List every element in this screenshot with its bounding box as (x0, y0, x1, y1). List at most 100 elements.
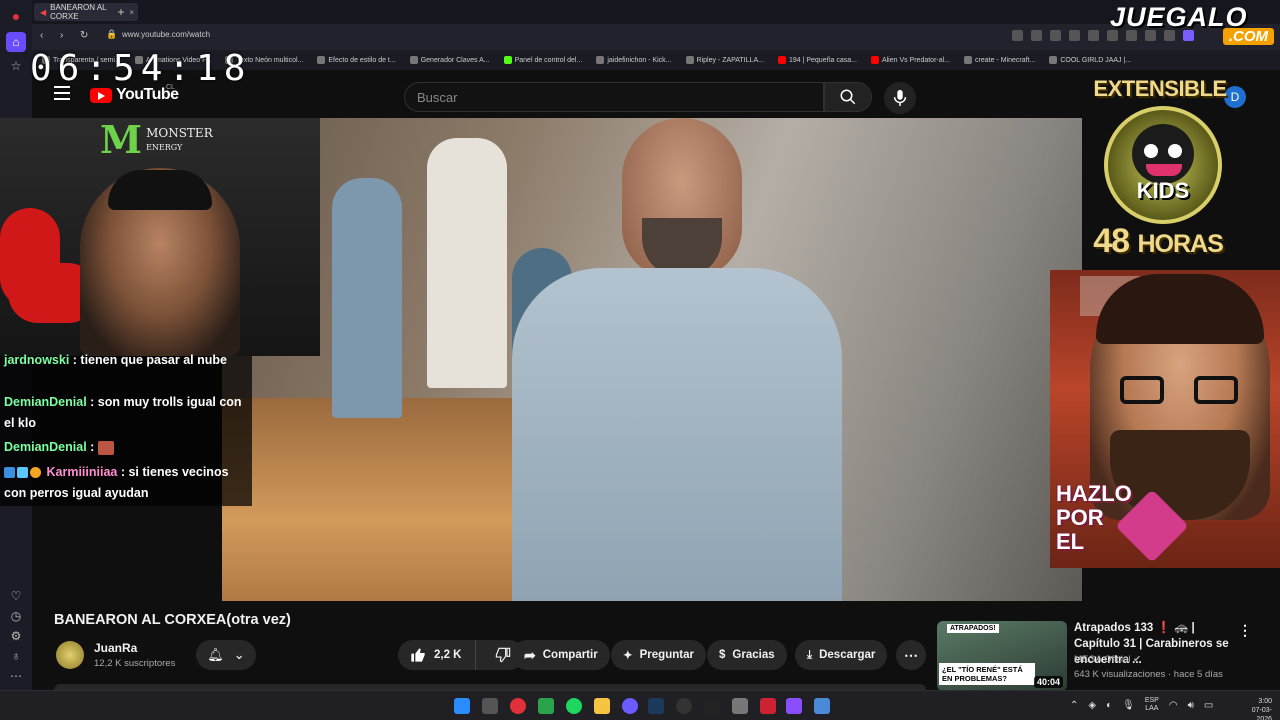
extensible-overlay: EXTENSIBLE KIDS 48 HORAS (1093, 76, 1227, 260)
close-tab-icon[interactable]: × (129, 8, 134, 17)
thanks-icon: $ (719, 649, 726, 661)
bookmark-item[interactable]: Efecto de estilo de t... (317, 56, 396, 64)
task-view-icon[interactable] (482, 698, 498, 714)
play-ext-icon[interactable] (1088, 30, 1099, 41)
youtube-play-icon (90, 87, 112, 103)
opera-taskbar-icon[interactable] (510, 698, 526, 714)
more-icon[interactable]: ⋯ (6, 666, 26, 686)
chat-message: Karmiiiniiaa : si tienes vecinos con per… (4, 465, 229, 500)
stream-clock: 06:54:18 (30, 48, 252, 89)
thumbs-up-icon (411, 648, 425, 662)
edit-ext-icon[interactable] (1031, 30, 1042, 41)
download-icon: ⤓ (807, 648, 813, 661)
language-indicator[interactable]: ESP LAA (1145, 697, 1159, 713)
monster-m-icon: M (100, 117, 143, 162)
more-actions-button[interactable]: ⋯ (896, 640, 926, 670)
search-icon (840, 89, 856, 105)
wifi-icon[interactable]: ◠ (1169, 700, 1178, 711)
forward-icon[interactable]: › (60, 30, 63, 41)
sparkle-icon: ✦ (623, 650, 633, 662)
url-field[interactable]: www.youtube.com/watch (122, 30, 210, 39)
system-tray: ⌃ ◈ ◐ 🎙︎ ESP LAA ◠ 🔊︎ ▭ (1070, 697, 1213, 713)
bookmark-item[interactable]: 194 | Pequeña casa... (777, 56, 857, 64)
ask-button[interactable]: ✦ Preguntar (611, 640, 706, 670)
lightbulb-icon[interactable]: ♁ (6, 646, 26, 666)
download-button[interactable]: ⤓ Descargar (795, 640, 888, 670)
bookmark-item[interactable]: Ripley - ZAPATILLA... (685, 56, 764, 64)
camera-ext-icon[interactable] (1050, 30, 1061, 41)
donation-text-3: EL (1056, 529, 1085, 554)
app-icon[interactable] (786, 698, 802, 714)
minecraft-icon[interactable] (732, 698, 748, 714)
thanks-button[interactable]: $ Gracias (707, 640, 787, 670)
streamer-cap (108, 170, 212, 210)
obs-icon[interactable] (676, 698, 692, 714)
network-app-icon[interactable]: ◈ (1088, 700, 1096, 711)
app-icon[interactable] (760, 698, 776, 714)
reload-icon[interactable]: ↻ (80, 30, 88, 41)
bookmark-item[interactable]: Panel de control del... (503, 56, 582, 64)
video-bg-person (427, 138, 507, 388)
tab-bar: ◀ BANEARON AL CORXE × (32, 0, 1280, 24)
heart-icon[interactable]: ♡ (6, 586, 26, 606)
recommended-channel[interactable]: MEGA Oficial ✔ (1074, 654, 1141, 665)
bookmark-item[interactable]: Alien Vs Predator-al... (870, 56, 950, 64)
audio-icon: ◀ (40, 7, 47, 17)
chat-message: jardnowski : tienen que pasar al nube (4, 353, 227, 367)
voice-search-button[interactable] (884, 82, 916, 114)
channel-avatar[interactable] (56, 641, 84, 669)
bookmark-item[interactable]: jaidefinichon - Kick... (596, 56, 672, 64)
share-button[interactable]: ➦ Compartir (512, 640, 610, 670)
lock-icon[interactable]: 🔒 (106, 29, 117, 40)
kids-badge-icon (1104, 106, 1222, 224)
new-tab-button[interactable]: + (113, 4, 129, 20)
history-icon[interactable]: ◷ (6, 606, 26, 626)
battery-icon[interactable]: ▭ (1204, 700, 1213, 711)
taskbar-clock[interactable]: 3:00 07-03-2026 (1238, 697, 1272, 720)
volume-icon[interactable]: 🔊︎ (1188, 700, 1194, 711)
donation-text-1: HAZLO (1056, 481, 1132, 506)
discord-icon[interactable] (622, 698, 638, 714)
channel-name[interactable]: JuanRa (94, 641, 137, 655)
recommended-thumbnail[interactable]: ATRAPADOS! ¿EL "TÍO RENÉ" ESTÁ EN PROBLE… (937, 621, 1067, 691)
home-icon[interactable]: ⌂ (6, 32, 26, 52)
steam-icon[interactable] (648, 698, 664, 714)
cartoon-hair (1096, 274, 1264, 344)
spotify-icon[interactable] (566, 698, 582, 714)
juegalo-logo: JUEGALO .COM (1110, 2, 1278, 48)
bookmark-item[interactable]: create - Minecraft... (964, 56, 1035, 64)
verified-icon: ✔ (1133, 654, 1142, 665)
hours-number: 48 (1093, 222, 1130, 260)
video-bg-person (332, 178, 402, 418)
search-ext-icon[interactable] (1012, 30, 1023, 41)
recommended-more-icon[interactable]: ⋮ (1238, 622, 1252, 639)
bookmark-item[interactable]: Generador Claves A... (409, 56, 490, 64)
chevron-up-icon[interactable]: ⌃ (1070, 700, 1078, 711)
chat-badge-icon (30, 467, 41, 479)
chat-message: DemianDenial : son muy trolls igual con … (4, 395, 242, 430)
subscribed-bell-button[interactable]: 🔔︎ ⌄ (196, 640, 256, 670)
like-dislike-group: 2,2 K (398, 640, 524, 670)
search-button[interactable] (824, 82, 872, 112)
mic-tray-icon[interactable]: 🎙︎ (1122, 700, 1135, 711)
capcut-icon[interactable] (704, 698, 720, 714)
recommended-stats: 643 K visualizaciones · hace 5 días (1074, 669, 1223, 680)
video-player[interactable] (222, 118, 1082, 601)
file-explorer-icon[interactable] (594, 698, 610, 714)
steam-tray-icon[interactable]: ◐ (1106, 700, 1112, 711)
opera-logo-icon[interactable]: ● (6, 6, 26, 26)
settings-icon[interactable]: ⚙ (6, 626, 26, 646)
search-input[interactable]: Buscar (404, 82, 824, 112)
bookmark-item[interactable]: COOL GIRLD JAAJ |... (1049, 56, 1131, 64)
donation-overlay: HAZLO POR EL (1050, 270, 1280, 568)
windows-start-icon[interactable] (454, 698, 470, 714)
pin-icon[interactable]: ☆ (6, 56, 26, 76)
microphone-icon (893, 89, 907, 107)
like-button[interactable]: 2,2 K (398, 640, 476, 670)
hours-label: HORAS (1137, 230, 1223, 258)
shield-ext-icon[interactable] (1069, 30, 1080, 41)
app-icon[interactable] (814, 698, 830, 714)
xbox-icon[interactable] (538, 698, 554, 714)
back-icon[interactable]: ‹ (40, 30, 43, 41)
share-icon: ➦ (524, 646, 536, 663)
